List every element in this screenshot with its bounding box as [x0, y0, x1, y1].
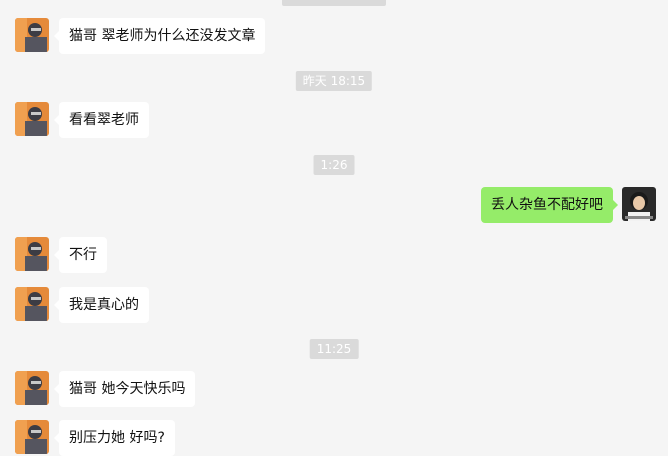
timestamp: 昨天 18:15 [295, 71, 373, 91]
avatar-image [15, 371, 49, 405]
message-bubble[interactable]: 不行 [54, 237, 107, 273]
message-bubble[interactable]: 别压力她 好吗? [54, 420, 175, 456]
contact-avatar[interactable] [15, 420, 49, 454]
self-avatar[interactable] [622, 187, 656, 221]
contact-avatar[interactable] [15, 18, 49, 52]
message-bubble[interactable]: 猫哥 翠老师为什么还没发文章 [53, 18, 266, 54]
contact-avatar[interactable] [15, 371, 49, 405]
avatar-image [622, 187, 656, 221]
avatar-image [15, 287, 49, 321]
chat-window: 猫哥 翠老师为什么还没发文章 昨天 18:15 看看翠老师 1:26 丢人杂鱼不… [0, 0, 668, 456]
contact-avatar[interactable] [15, 237, 49, 271]
avatar-image [15, 420, 49, 454]
message-bubble-self[interactable]: 丢人杂鱼不配好吧 [481, 187, 618, 223]
avatar-image [15, 237, 49, 271]
timestamp: 11:25 [309, 339, 359, 359]
avatar-image [15, 18, 49, 52]
message-bubble[interactable]: 猫哥 她今天快乐吗 [53, 371, 196, 407]
contact-avatar[interactable] [15, 102, 49, 136]
avatar-image [15, 102, 49, 136]
contact-avatar[interactable] [15, 287, 49, 321]
timestamp-top-cut [282, 0, 386, 6]
message-bubble[interactable]: 我是真心的 [54, 287, 149, 323]
message-bubble[interactable]: 看看翠老师 [54, 102, 149, 138]
timestamp: 1:26 [313, 155, 355, 175]
